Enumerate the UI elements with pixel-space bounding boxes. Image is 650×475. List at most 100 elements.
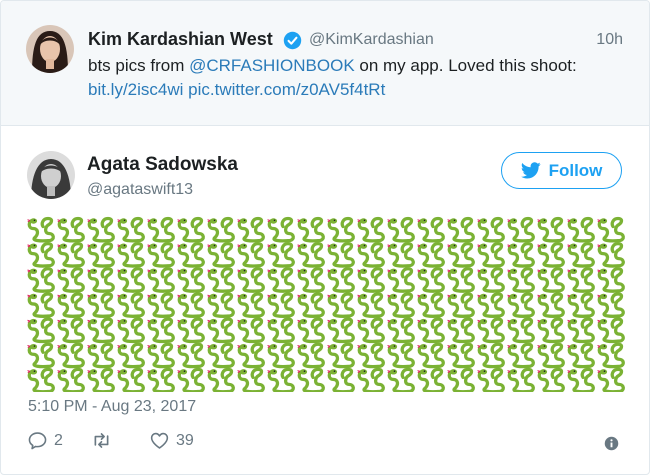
quoted-time[interactable]: 10h [596,31,623,49]
snake-icon [447,342,475,369]
snake-icon [87,292,115,318]
pic-link[interactable]: pic.twitter.com/z0AV5f4tRt [188,80,385,99]
snake-icon [597,241,625,268]
snake-icon [297,241,325,268]
like-button[interactable]: 39 [149,430,194,451]
short-link[interactable]: bit.ly/2isc4wi [88,80,183,99]
info-icon[interactable] [604,436,619,451]
snake-icon [447,216,475,243]
snake-icon [27,292,55,318]
reply-count: 2 [54,431,63,449]
agata-avatar[interactable] [27,151,75,199]
snake-icon [537,342,565,369]
snake-icon [207,267,235,293]
snake-icon [87,267,115,293]
snake-icon [417,367,445,392]
snake-icon [507,292,535,318]
snake-icon [327,367,355,392]
snake-emoji-grid [26,216,626,392]
snake-icon [537,241,565,268]
snake-icon [417,267,445,293]
snake-icon [387,367,415,392]
snake-icon [357,241,385,268]
snake-icon [387,342,415,369]
retweet-icon [94,433,109,448]
snake-icon [387,241,415,268]
snake-icon [117,367,145,392]
snake-icon [87,342,115,369]
snake-icon [297,267,325,293]
snake-icon [147,342,175,369]
snake-icon [537,367,565,392]
snake-icon [267,317,295,344]
snake-icon [237,292,265,318]
snake-icon [507,342,535,369]
snake-icon [27,342,55,369]
snake-icon [267,267,295,293]
snake-icon [597,292,625,318]
quoted-author-handle[interactable]: @KimKardashian [309,31,434,49]
quoted-tweet[interactable]: Kim Kardashian West @KimKardashian 10h b… [1,1,649,126]
snake-icon [117,292,145,318]
snake-icon [507,317,535,344]
snake-icon [117,317,145,344]
snake-icon [237,216,265,243]
author-name[interactable]: Agata Sadowska [87,154,238,176]
snake-icon [27,367,55,392]
snake-icon [177,342,205,369]
quoted-text-before: bts pics from [88,56,190,75]
snake-icon [567,317,595,344]
snake-icon [267,292,295,318]
snake-icon [327,342,355,369]
follow-label: Follow [548,160,603,180]
snake-icon [207,367,235,392]
author-handle[interactable]: @agataswift13 [87,181,193,199]
snake-icon [357,267,385,293]
snake-icon [147,367,175,392]
snake-icon [447,367,475,392]
snake-icon [327,317,355,344]
snake-icon [417,317,445,344]
snake-icon [177,292,205,318]
snake-icon [177,267,205,293]
snake-icon [57,216,85,243]
kim-avatar[interactable] [26,25,74,73]
follow-button[interactable]: Follow [501,152,622,189]
snake-icon [507,241,535,268]
snake-icon [567,267,595,293]
snake-icon [417,216,445,243]
quoted-author-name[interactable]: Kim Kardashian West [88,29,273,50]
snake-icon [87,317,115,344]
snake-icon [597,367,625,392]
snake-icon [207,342,235,369]
mention-link[interactable]: @CRFASHIONBOOK [189,56,355,75]
snake-icon [147,267,175,293]
snake-icon [117,241,145,268]
snake-icon [27,267,55,293]
snake-icon [567,241,595,268]
snake-icon [147,317,175,344]
snake-icon [57,342,85,369]
snake-icon [297,216,325,243]
snake-icon [147,216,175,243]
retweet-button[interactable] [91,430,118,451]
snake-icon [417,292,445,318]
snake-icon [477,317,505,344]
snake-icon [327,267,355,293]
snake-icon [537,216,565,243]
snake-icon [267,216,295,243]
snake-icon [387,216,415,243]
snake-icon [57,292,85,318]
snake-icon [237,317,265,344]
snake-icon [537,267,565,293]
snake-icon [57,317,85,344]
tweet-timestamp[interactable]: 5:10 PM - Aug 23, 2017 [28,398,196,416]
snake-icon [357,367,385,392]
snake-icon [567,292,595,318]
reply-button[interactable]: 2 [27,430,63,451]
embedded-tweet-card: Kim Kardashian West @KimKardashian 10h b… [0,0,650,475]
snake-icon [117,216,145,243]
snake-icon [357,342,385,369]
snake-icon [597,317,625,344]
snake-emoji-grid-svg [27,216,625,392]
